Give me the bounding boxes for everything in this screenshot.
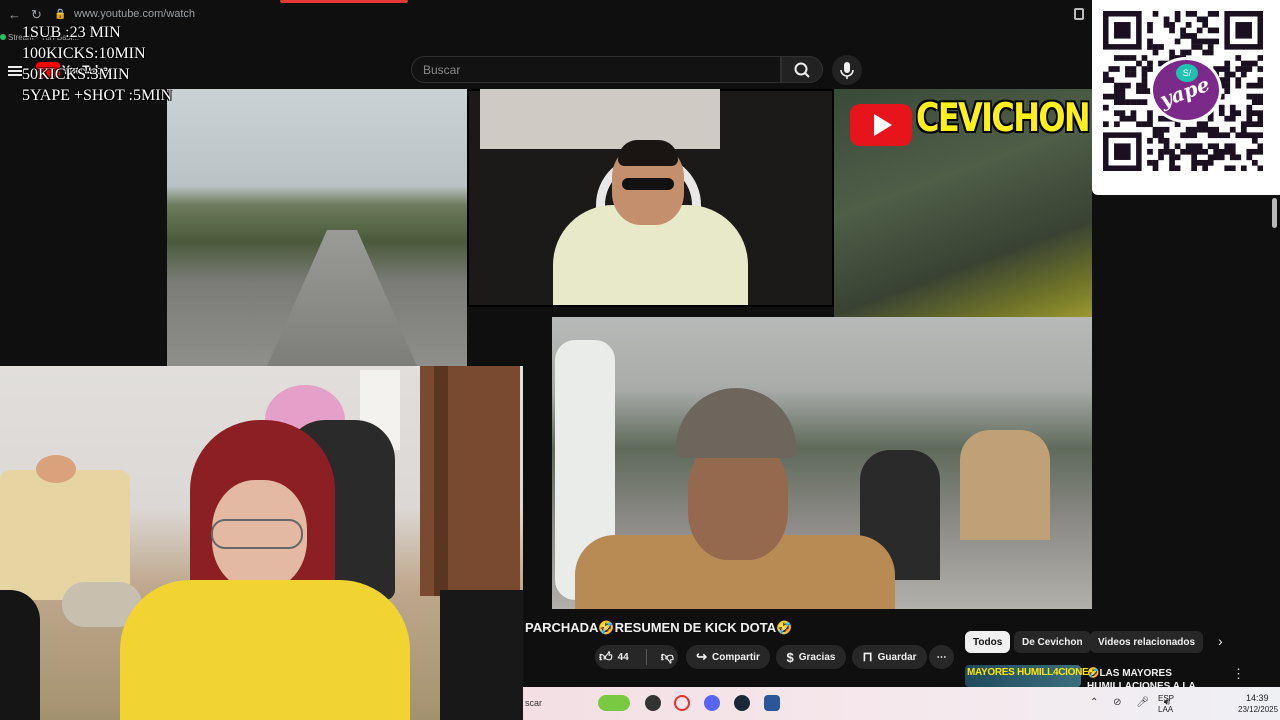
passenger-figure <box>960 430 1050 540</box>
app-icon[interactable] <box>645 695 661 711</box>
rule-line: 1SUB :23 MIN <box>22 24 121 41</box>
scrollbar-thumb[interactable] <box>1272 198 1277 228</box>
address-bar[interactable]: www.youtube.com/watch <box>74 8 195 20</box>
streamer-sunglasses <box>622 178 674 190</box>
streamer-hair <box>618 140 678 166</box>
steam-icon[interactable] <box>734 695 750 711</box>
rule-line: 5YAPE +SHOT :5MIN <box>22 87 173 104</box>
play-triangle-icon <box>874 114 892 136</box>
reload-icon[interactable]: ↻ <box>31 7 42 23</box>
chip-related-videos[interactable]: Videos relacionados <box>1090 631 1204 653</box>
streamer-girl-glasses <box>211 519 303 549</box>
more-vertical-icon[interactable]: ⋮ <box>1232 666 1245 682</box>
like-divider <box>646 649 647 665</box>
voice-search-button[interactable] <box>832 55 862 85</box>
pillow <box>36 455 76 483</box>
discord-icon[interactable] <box>704 695 720 711</box>
foreground-object <box>0 590 40 720</box>
opera-icon[interactable] <box>674 695 690 711</box>
share-icon: ↪ <box>696 649 708 664</box>
share-button[interactable]: ↪ Compartir <box>686 645 770 669</box>
widget-icon[interactable] <box>598 695 630 711</box>
lock-icon: 🔒 <box>54 9 67 20</box>
back-icon[interactable]: ← <box>8 7 21 22</box>
like-button[interactable]: 👍︎ 44 👎︎ <box>595 645 678 669</box>
bookmark-icon: ⊓ <box>862 649 873 664</box>
thanks-label: Gracias <box>798 651 836 663</box>
video-title: PARCHADA🤣RESUMEN DE KICK DOTA🤣 <box>525 620 793 635</box>
streamer-girl-shirt <box>120 580 410 720</box>
bed <box>0 470 130 600</box>
thumbs-down-icon[interactable]: 👎︎ <box>661 649 674 665</box>
search-box <box>411 56 781 83</box>
door-frame <box>434 366 448 596</box>
thanks-button[interactable]: $ Gracias <box>776 645 846 669</box>
language-indicator[interactable]: ESP <box>1158 694 1174 703</box>
search-icon <box>794 62 810 78</box>
rule-line: 100KICKS:10MIN <box>22 45 146 62</box>
stream-rules-overlay: 1SUB :23 MIN 100KICKS:10MIN 50KICKS:3MIN… <box>0 22 260 106</box>
thanks-icon: $ <box>786 649 794 665</box>
pin-icon[interactable] <box>1074 8 1084 20</box>
keyboard-layout-indicator[interactable]: LAA <box>1158 705 1173 714</box>
driver-head <box>688 440 788 560</box>
channel-banner-text: CEVICHON <box>916 96 1091 141</box>
thumbnail-text: MAYORES HUMILL4CIONES <box>967 667 1095 678</box>
word-icon[interactable] <box>764 695 780 711</box>
chip-all[interactable]: Todos <box>965 631 1011 653</box>
rule-line: 50KICKS:3MIN <box>22 66 130 83</box>
foreground-object <box>440 590 523 720</box>
chevron-right-icon[interactable]: › <box>1218 633 1223 649</box>
search-button[interactable] <box>781 56 823 83</box>
share-label: Compartir <box>712 651 760 663</box>
like-count: 44 <box>617 651 629 663</box>
more-horizontal-icon: ⋯ <box>936 651 947 663</box>
save-label: Guardar <box>877 651 917 663</box>
clock-date[interactable]: 23/12/2025 <box>1238 705 1278 714</box>
save-button[interactable]: ⊓ Guardar <box>852 645 927 669</box>
active-tab-indicator <box>280 0 408 3</box>
streamer-background <box>480 89 720 149</box>
more-actions-button[interactable]: ⋯ <box>929 645 954 669</box>
chip-from-channel[interactable]: De Cevichon <box>1014 631 1091 653</box>
clock-time[interactable]: 14:39 <box>1246 693 1269 703</box>
search-input[interactable] <box>412 57 780 82</box>
thumbs-up-icon: 👍︎ <box>599 649 613 664</box>
microphone-icon <box>840 62 854 79</box>
